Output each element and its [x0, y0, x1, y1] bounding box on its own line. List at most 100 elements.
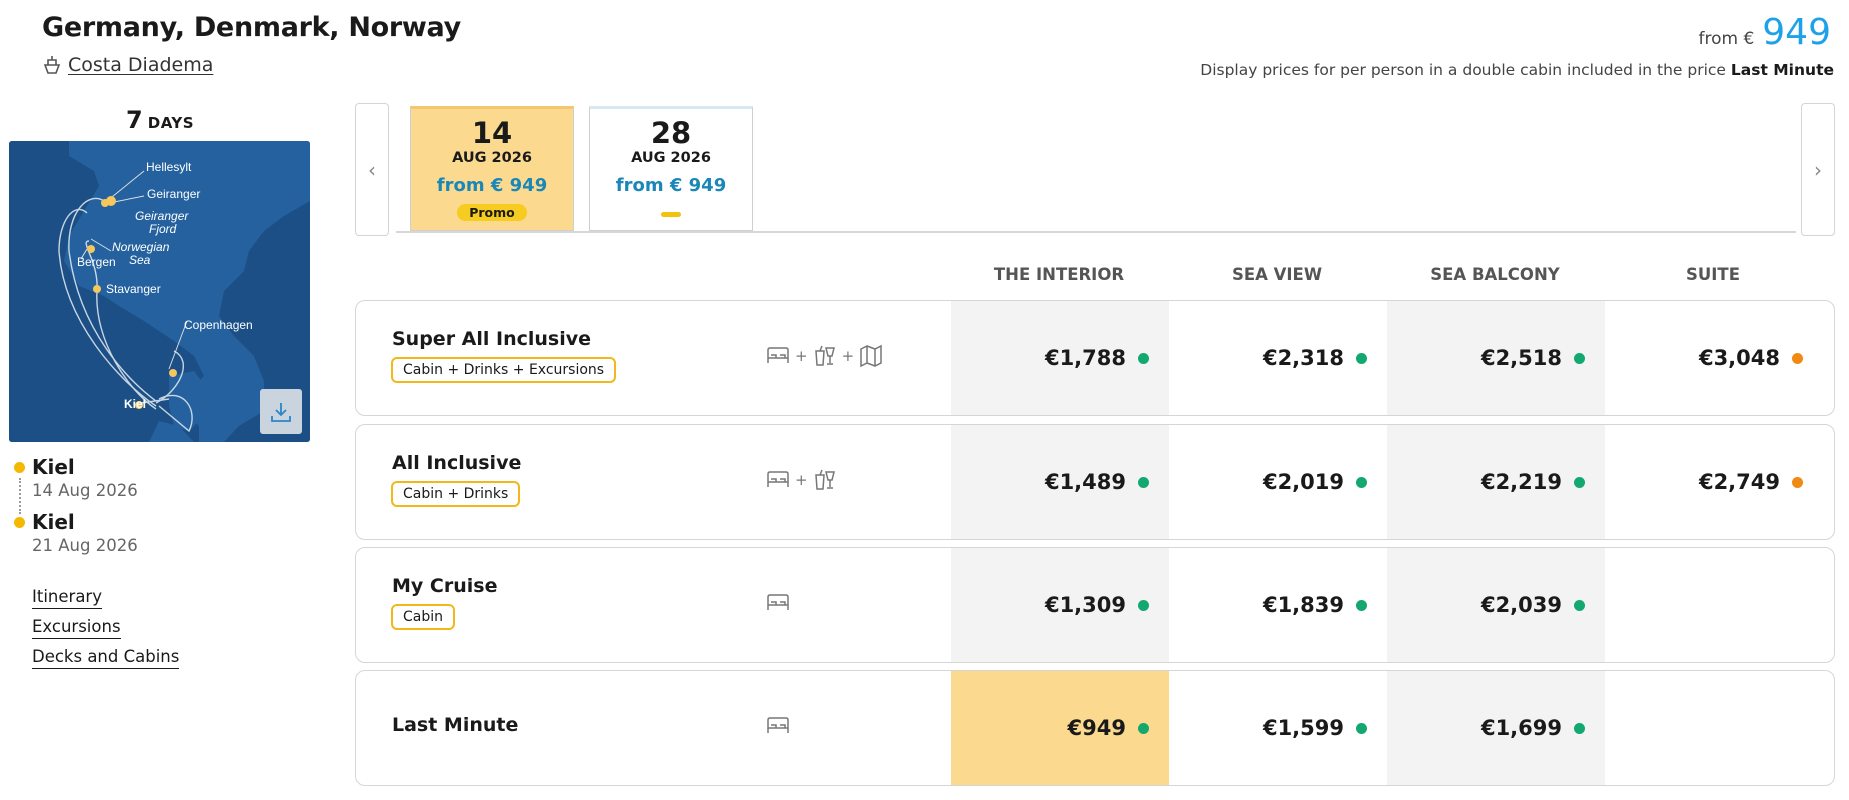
- package-icons: [765, 590, 791, 616]
- itinerary-link[interactable]: Itinerary: [32, 587, 102, 609]
- port-dot-icon: [14, 462, 25, 473]
- price-interior[interactable]: €949: [951, 671, 1169, 785]
- price-suite-empty: [1605, 671, 1823, 785]
- availability-dot: [1356, 352, 1367, 364]
- date-price: from € 949: [436, 175, 548, 196]
- bed-icon: [767, 594, 789, 610]
- bed-icon: [767, 717, 789, 733]
- port-dot-icon: [14, 517, 25, 528]
- display-note: Display prices for per person in a doubl…: [1200, 61, 1834, 79]
- availability-dot: [1356, 476, 1367, 488]
- price-interior[interactable]: €1,309: [951, 548, 1169, 662]
- drinks-icon: [814, 469, 835, 490]
- availability-dot: [1138, 476, 1149, 488]
- package-name: Last Minute: [392, 714, 519, 736]
- price-suite[interactable]: €2,749: [1605, 425, 1823, 539]
- ship-link[interactable]: Costa Diadema: [42, 54, 213, 76]
- price-interior[interactable]: €1,489: [951, 425, 1169, 539]
- price-sea-view[interactable]: €1,599: [1169, 671, 1387, 785]
- availability-dot: [1574, 476, 1585, 488]
- next-dates-button[interactable]: ›: [1801, 103, 1835, 236]
- price-sea-view[interactable]: €1,839: [1169, 548, 1387, 662]
- package-icons: +: [765, 467, 838, 493]
- chevron-left-icon: ‹: [368, 157, 376, 182]
- ship-icon: [43, 56, 61, 74]
- package-tag: Cabin: [391, 604, 456, 630]
- package-name: All Inclusive: [392, 452, 522, 474]
- availability-dot: [1356, 599, 1367, 611]
- date-price: from € 949: [615, 175, 727, 196]
- days-number: 7: [125, 106, 143, 134]
- map-label-bergen: Bergen: [77, 255, 116, 269]
- price-sea-view[interactable]: €2,318: [1169, 301, 1387, 415]
- display-note-package: Last Minute: [1730, 61, 1834, 79]
- port-name: Kiel: [32, 455, 75, 479]
- package-name: My Cruise: [392, 575, 498, 597]
- download-map-button[interactable]: [260, 389, 302, 434]
- availability-dot: [1792, 476, 1803, 488]
- col-sea-balcony: SEA BALCONY: [1430, 265, 1560, 284]
- availability-dot: [1574, 352, 1585, 364]
- ship-name[interactable]: Costa Diadema: [68, 54, 213, 76]
- package-row-last-minute: Last Minute €949 €1,599 €1,699: [355, 670, 1835, 786]
- promo-badge: Promo: [457, 204, 527, 221]
- availability-dot: [1138, 352, 1149, 364]
- price-sea-view[interactable]: €2,019: [1169, 425, 1387, 539]
- map-label-copenhagen: Copenhagen: [184, 318, 253, 332]
- tabs-divider: [396, 231, 1796, 233]
- map-label-stavanger: Stavanger: [106, 282, 161, 296]
- chevron-right-icon: ›: [1814, 157, 1822, 182]
- days-label: DAYS: [147, 114, 195, 132]
- plus-sign: +: [795, 471, 808, 489]
- bed-icon: [767, 471, 789, 487]
- map-label-geiranger: Geiranger: [147, 187, 200, 201]
- port-date: 14 Aug 2026: [32, 481, 138, 500]
- col-interior: THE INTERIOR: [993, 265, 1125, 284]
- map-label-norwegian-sea-1: Norwegian: [112, 240, 170, 254]
- availability-dot: [1138, 599, 1149, 611]
- prev-dates-button[interactable]: ‹: [355, 103, 389, 236]
- bed-icon: [767, 347, 789, 363]
- date-tab-28-aug[interactable]: 28 AUG 2026 from € 949: [589, 106, 753, 231]
- price-sea-balcony[interactable]: €2,518: [1387, 301, 1605, 415]
- date-month: AUG 2026: [452, 150, 532, 166]
- price-sea-balcony[interactable]: €2,219: [1387, 425, 1605, 539]
- date-indicator: [661, 212, 681, 217]
- col-suite: SUITE: [1686, 265, 1740, 284]
- from-price: 949: [1762, 12, 1831, 53]
- price-sea-balcony[interactable]: €2,039: [1387, 548, 1605, 662]
- map-label-kiel: Kiel: [124, 397, 146, 411]
- drinks-icon: [814, 345, 835, 366]
- price-suite-empty: [1605, 548, 1823, 662]
- plus-sign: +: [795, 347, 808, 365]
- map-label-norwegian-sea-2: Sea: [129, 253, 151, 267]
- date-day: 14: [471, 116, 513, 150]
- excursions-link[interactable]: Excursions: [32, 617, 121, 639]
- package-icons: [765, 713, 791, 739]
- price-interior[interactable]: €1,788: [951, 301, 1169, 415]
- from-price-block: from € 949: [1699, 12, 1832, 53]
- price-suite[interactable]: €3,048: [1605, 301, 1823, 415]
- date-tab-14-aug[interactable]: 14 AUG 2026 from € 949 Promo: [410, 106, 574, 231]
- download-icon: [271, 402, 291, 422]
- availability-dot: [1138, 722, 1149, 734]
- price-sea-balcony[interactable]: €1,699: [1387, 671, 1605, 785]
- availability-dot: [1356, 722, 1367, 734]
- itinerary-map[interactable]: Hellesylt Geiranger Geiranger Fjord Norw…: [9, 141, 310, 442]
- from-label: from €: [1698, 29, 1755, 49]
- availability-dot: [1792, 352, 1803, 364]
- col-sea-view: SEA VIEW: [1231, 265, 1323, 284]
- package-tag: Cabin + Drinks: [391, 481, 521, 507]
- map-icon: [860, 344, 882, 368]
- map-label-hellesylt: Hellesylt: [146, 160, 192, 174]
- decks-and-cabins-link[interactable]: Decks and Cabins: [32, 647, 180, 669]
- duration: 7 DAYS: [10, 106, 310, 134]
- port-connector: [19, 478, 21, 514]
- package-tag: Cabin + Drinks + Excursions: [391, 357, 617, 383]
- map-label-geiranger-fjord-2: Fjord: [149, 222, 177, 236]
- availability-dot: [1574, 599, 1585, 611]
- plus-sign: +: [841, 347, 855, 365]
- port-date: 21 Aug 2026: [32, 536, 138, 555]
- package-row-all-inclusive: All Inclusive Cabin + Drinks + €1,489 €2…: [355, 424, 1835, 540]
- port-name: Kiel: [32, 510, 75, 534]
